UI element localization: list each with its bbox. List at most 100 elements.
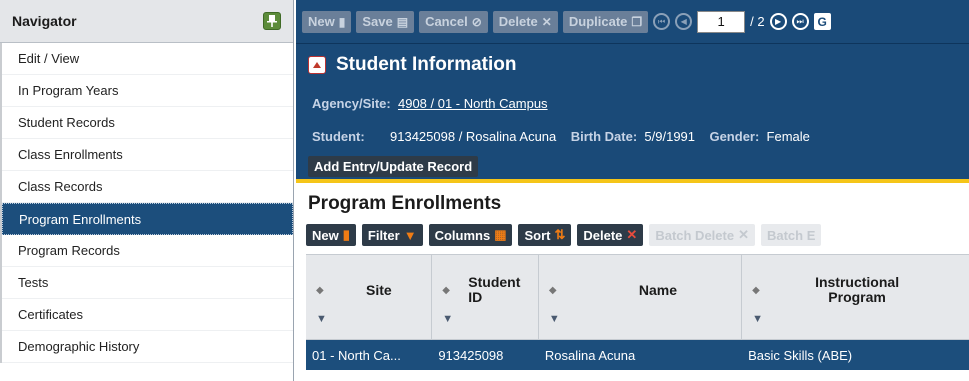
student-information-title: Student Information [336,54,517,75]
page-total: / 2 [750,14,765,29]
batch-delete-label: Batch Delete [655,227,735,243]
page-number-input[interactable]: 1 [697,10,746,33]
grid-new-label: New [312,227,339,243]
batch-delete-icon: ✕ [738,227,749,242]
nav-item-tests[interactable]: Tests [2,267,293,299]
duplicate-label: Duplicate [568,14,628,29]
column-header-site[interactable]: ◆ Site ▼ [306,255,433,339]
grid-header-row: ◆ Site ▼ ◆ Student ID ▼ ◆ Name ▼ ◆ Instr… [306,254,969,340]
nav-item-certificates[interactable]: Certificates [2,299,293,331]
column-header-student-id[interactable]: ◆ Student ID ▼ [432,255,539,339]
pin-icon[interactable] [263,12,281,30]
nav-item-student-records[interactable]: Student Records [2,107,293,139]
cell-name: Rosalina Acuna [544,347,636,363]
sort-icon: ⇅ [554,227,566,242]
main-panel: New ▮ Save ▤ Cancel ⊘ Delete ✕ Duplicate ❐ ⏮ … [296,0,969,381]
nav-item-demographic-history[interactable]: Demographic History [2,331,293,363]
sort-indicator-icon[interactable]: ◆ [752,285,760,296]
agency-link[interactable]: 4908 / 01 - North Campus [398,96,548,111]
add-entry-button[interactable]: Add Entry/Update Record [308,156,479,177]
sort-indicator-icon[interactable]: ◆ [442,285,450,296]
nav-item-label: Program Enrollments [19,211,142,227]
column-header-name[interactable]: ◆ Name ▼ [539,255,743,339]
columns-button[interactable]: Columns ▦ [428,224,513,246]
column-filter-icon[interactable]: ▼ [549,313,560,325]
sort-indicator-icon[interactable]: ◆ [549,285,557,296]
cell-site: 01 - North Ca... [312,347,401,363]
go-button[interactable]: G [813,13,831,30]
nav-item-program-enrollments[interactable]: Program Enrollments [2,203,293,235]
batch-edit-button[interactable]: Batch E [760,224,822,246]
agency-label: Agency/Site: [312,96,391,111]
nav-item-class-enrollments[interactable]: Class Enrollments [2,139,293,171]
columns-icon: ▦ [494,227,507,242]
nav-item-edit-view[interactable]: Edit / View [2,43,293,75]
duplicate-icon: ❐ [631,14,643,29]
birth-date-label: Birth Date: [570,129,638,144]
gender-label: Gender: [709,129,760,144]
sort-button[interactable]: Sort ⇅ [518,224,572,246]
next-record-icon[interactable]: ▶ [769,13,787,30]
navigator-list: Edit / View In Program Years Student Rec… [0,43,293,363]
sort-indicator-icon[interactable]: ◆ [316,285,324,296]
new-record-icon: ▮ [342,227,350,242]
navigator-panel: Navigator Edit / View In Program Years S… [0,0,294,381]
column-filter-icon[interactable]: ▼ [752,313,763,325]
new-label: New [308,14,335,29]
collapse-icon[interactable] [308,56,326,74]
grid-delete-button[interactable]: Delete ✕ [577,224,644,246]
student-value: 913425098 / Rosalina Acuna [390,129,557,144]
nav-item-label: Edit / View [18,51,80,66]
new-icon: ▮ [338,14,346,29]
save-button[interactable]: Save ▤ [356,10,415,33]
column-title-site: Site [366,282,392,298]
cancel-button[interactable]: Cancel ⊘ [419,10,488,33]
cancel-icon: ⊘ [471,14,482,29]
filter-button[interactable]: Filter ▼ [361,224,423,246]
cell-program: Basic Skills (ABE) [748,347,853,363]
batch-delete-button[interactable]: Batch Delete ✕ [649,224,755,246]
duplicate-button[interactable]: Duplicate ❐ [562,10,649,33]
cancel-label: Cancel [425,14,468,29]
program-enrollments-grid: ◆ Site ▼ ◆ Student ID ▼ ◆ Name ▼ ◆ Instr… [306,254,969,370]
nav-item-label: In Program Years [18,83,119,98]
nav-item-program-records[interactable]: Program Records [2,235,293,267]
student-row: Student: 913425098 / Rosalina Acuna Birt… [312,129,810,144]
navigator-header: Navigator [0,0,293,43]
program-enrollments-title: Program Enrollments [308,193,502,214]
save-label: Save [362,14,393,29]
column-header-instructional-program[interactable]: ◆ Instructional Program ▼ [742,255,969,339]
delete-button[interactable]: Delete ✕ [492,10,558,33]
nav-item-class-records[interactable]: Class Records [2,171,293,203]
column-filter-icon[interactable]: ▼ [316,313,327,325]
student-label: Student: [312,129,365,144]
nav-item-label: Class Records [18,179,103,194]
grid-toolbar: New ▮ Filter ▼ Columns ▦ Sort ⇅ Delete ✕ Batc… [306,224,822,250]
filter-label: Filter [367,227,400,243]
nav-item-label: Program Records [18,243,120,258]
column-filter-icon[interactable]: ▼ [442,313,453,325]
grid-new-button[interactable]: New ▮ [306,224,356,246]
filter-icon: ▼ [403,227,417,243]
nav-item-label: Student Records [18,115,115,130]
columns-label: Columns [434,227,491,243]
cell-student-id: 913425098 [438,347,504,363]
grid-delete-label: Delete [583,227,623,243]
column-title-instructional-program: Instructional Program [815,274,900,305]
nav-item-label: Certificates [18,307,84,322]
table-row[interactable]: 01 - North Ca... 913425098 Rosalina Acun… [306,340,969,370]
first-record-icon[interactable]: ⏮ [653,13,671,30]
new-button[interactable]: New ▮ [302,10,352,33]
delete-label: Delete [498,14,538,29]
prev-record-icon[interactable]: ◀ [675,13,693,30]
nav-item-label: Demographic History [18,339,140,354]
column-title-name: Name [638,282,677,298]
nav-item-in-program-years[interactable]: In Program Years [2,75,293,107]
student-information-header: Student Information [308,54,516,76]
record-toolbar: New ▮ Save ▤ Cancel ⊘ Delete ✕ Duplicate ❐ ⏮ … [296,0,969,43]
add-entry-row: Add Entry/Update Record [308,156,479,177]
agency-row: Agency/Site: 4908 / 01 - North Campus [312,96,548,111]
sort-label: Sort [524,227,551,243]
last-record-icon[interactable]: ⏭ [791,13,809,30]
nav-item-label: Class Enrollments [18,147,123,162]
